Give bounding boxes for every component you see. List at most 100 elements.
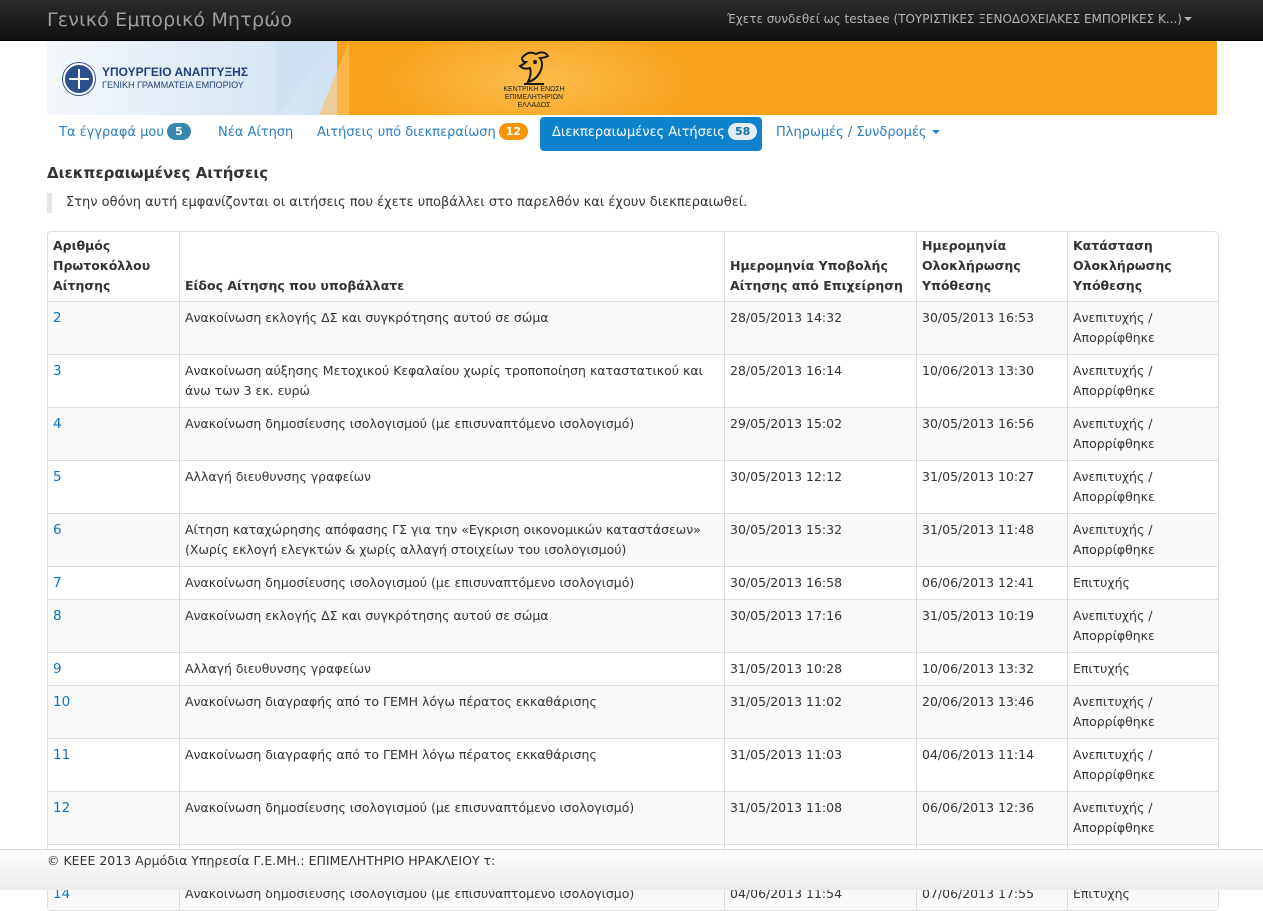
cell-submitted-date: 30/05/2013 17:16 <box>724 599 916 652</box>
cell-completed-date: 10/06/2013 13:32 <box>916 652 1067 685</box>
cell-application-type: Ανακοίνωση δημοσίευσης ισολογισμού (με ε… <box>179 407 724 460</box>
cell-application-type: Αλλαγή διευθυνσης γραφείων <box>179 652 724 685</box>
tab-new-application[interactable]: Νέα Αίτηση <box>206 117 305 151</box>
col-header-type: Είδος Αίτησης που υποβάλλατε <box>179 232 724 301</box>
table-body: 2 Ανακοίνωση εκλογής ΔΣ και συγκρότησης α… <box>48 301 1218 910</box>
top-navbar: Γενικό Εμπορικό Μητρώο Έχετε συνδεθεί ως… <box>0 0 1263 41</box>
protocol-number-link[interactable]: 12 <box>53 800 70 816</box>
cell-protocol-link: 12 <box>48 791 179 844</box>
cell-completed-date: 30/05/2013 16:53 <box>916 301 1067 354</box>
cell-application-type: Ανακοίνωση διαγραφής από το ΓΕΜΗ λόγω πέ… <box>179 738 724 791</box>
cell-protocol-link: 3 <box>48 354 179 407</box>
cell-submitted-date: 31/05/2013 11:02 <box>724 685 916 738</box>
protocol-number-link[interactable]: 2 <box>53 310 62 326</box>
cell-protocol-link: 7 <box>48 566 179 599</box>
protocol-number-link[interactable]: 6 <box>53 522 62 538</box>
cell-submitted-date: 28/05/2013 14:32 <box>724 301 916 354</box>
count-badge: 5 <box>166 123 191 140</box>
cell-completed-date: 31/05/2013 10:27 <box>916 460 1067 513</box>
tab-completed-applications[interactable]: Διεκπεραιωμένες Αιτήσεις 58 <box>540 117 762 151</box>
caret-down-icon <box>1184 16 1192 21</box>
footer-text: © ΚΕΕΕ 2013 Αρμόδια Υπηρεσία Γ.Ε.ΜΗ.: ΕΠ… <box>47 853 496 868</box>
cell-submitted-date: 30/05/2013 16:58 <box>724 566 916 599</box>
hermes-logo-icon <box>518 51 550 85</box>
protocol-number-link[interactable]: 11 <box>53 747 70 763</box>
cell-submitted-date: 29/05/2013 15:02 <box>724 407 916 460</box>
cell-completed-date: 31/05/2013 11:48 <box>916 513 1067 566</box>
cell-protocol-link: 10 <box>48 685 179 738</box>
header-banner: ΥΠΟΥΡΓΕΙΟ ΑΝΑΠΤΥΞΗΣ ΓΕΝΙΚΗ ΓΡΑΜΜΑΤΕΙΑ ΕΜ… <box>47 41 1217 115</box>
cell-completion-status: Ανεπιτυχής / Απορρίφθηκε <box>1067 407 1218 460</box>
cell-completed-date: 30/05/2013 16:56 <box>916 407 1067 460</box>
user-menu-toggle[interactable]: Έχετε συνδεθεί ως testaee (ΤΟΥΡΙΣΤΙΚΕΣ Ξ… <box>727 12 1192 26</box>
col-header-protocol: Αριθμός Πρωτοκόλλου Αίτησης <box>53 238 151 293</box>
table-row: 4 Ανακοίνωση δημοσίευσης ισολογισμού (με … <box>48 407 1218 460</box>
cell-completion-status: Ανεπιτυχής / Απορρίφθηκε <box>1067 354 1218 407</box>
cell-application-type: Ανακοίνωση εκλογής ΔΣ και συγκρότησης αυ… <box>179 301 724 354</box>
cell-completion-status: Επιτυχής <box>1067 652 1218 685</box>
table-row: 6 Αίτηση καταχώρησης απόφασης ΓΣ για την … <box>48 513 1218 566</box>
ministry-title: ΥΠΟΥΡΓΕΙΟ ΑΝΑΠΤΥΞΗΣ <box>102 65 249 79</box>
table-row: 9 Αλλαγή διευθυνσης γραφείων 31/05/2013 10… <box>48 652 1218 685</box>
tab-label: Διεκπεραιωμένες Αιτήσεις <box>552 125 725 140</box>
cell-completion-status: Ανεπιτυχής / Απορρίφθηκε <box>1067 301 1218 354</box>
protocol-number-link[interactable]: 5 <box>53 469 62 485</box>
protocol-number-link[interactable]: 8 <box>53 608 62 624</box>
cell-completion-status: Ανεπιτυχής / Απορρίφθηκε <box>1067 685 1218 738</box>
cell-completion-status: Ανεπιτυχής / Απορρίφθηκε <box>1067 738 1218 791</box>
tab-payments-dropdown[interactable]: Πληρωμές / Συνδρομές <box>764 117 952 151</box>
cell-completed-date: 06/06/2013 12:41 <box>916 566 1067 599</box>
protocol-number-link[interactable]: 4 <box>53 416 62 432</box>
tab-my-documents[interactable]: Τα έγγραφά μου 5 <box>47 117 203 151</box>
cell-protocol-link: 8 <box>48 599 179 652</box>
protocol-number-link[interactable]: 3 <box>53 363 62 379</box>
cell-submitted-date: 30/05/2013 15:32 <box>724 513 916 566</box>
cell-protocol-link: 11 <box>48 738 179 791</box>
table-row: 10 Ανακοίνωση διαγραφής από το ΓΕΜΗ λόγω … <box>48 685 1218 738</box>
cell-protocol-link: 2 <box>48 301 179 354</box>
col-header-submitted: Ημερομηνία Υποβολής Αίτησης από Επιχείρη… <box>724 232 916 301</box>
cell-completed-date: 04/06/2013 11:14 <box>916 738 1067 791</box>
ministry-subtitle: ΓΕΝΙΚΗ ΓΡΑΜΜΑΤΕΙΑ ΕΜΠΟΡΙΟΥ <box>102 80 244 90</box>
protocol-number-link[interactable]: 7 <box>53 575 62 591</box>
table-row: 3 Ανακοίνωση αύξησης Μετοχικού Κεφαλαίου … <box>48 354 1218 407</box>
applications-table-wrapper: Αριθμός Πρωτοκόλλου Αίτησης Είδος Αίτηση… <box>47 231 1219 911</box>
tab-label: Αιτήσεις υπό διεκπεραίωση <box>317 125 496 140</box>
protocol-number-link[interactable]: 10 <box>53 694 70 710</box>
table-row: 8 Ανακοίνωση εκλογής ΔΣ και συγκρότησης α… <box>48 599 1218 652</box>
table-row: 2 Ανακοίνωση εκλογής ΔΣ και συγκρότησης α… <box>48 301 1218 354</box>
cell-application-type: Αίτηση καταχώρησης απόφασης ΓΣ για την «… <box>179 513 724 566</box>
cell-submitted-date: 31/05/2013 11:03 <box>724 738 916 791</box>
col-header-status: Κατάσταση Ολοκλήρωσης Υπόθεσης <box>1067 232 1218 301</box>
cell-application-type: Ανακοίνωση αύξησης Μετοχικού Κεφαλαίου χ… <box>179 354 724 407</box>
page-description: Στην οθόνη αυτή εμφανίζονται οι αιτήσεις… <box>47 193 747 213</box>
table-row: 5 Αλλαγή διευθυνσης γραφείων 30/05/2013 12… <box>48 460 1218 513</box>
greek-emblem-icon <box>63 63 95 95</box>
cell-submitted-date: 31/05/2013 10:28 <box>724 652 916 685</box>
brand-link[interactable]: Γενικό Εμπορικό Μητρώο <box>47 9 292 31</box>
tab-label: Τα έγγραφά μου <box>59 125 164 140</box>
cell-completed-date: 31/05/2013 10:19 <box>916 599 1067 652</box>
count-badge: 12 <box>498 123 529 140</box>
table-row: 7 Ανακοίνωση δημοσίευσης ισολογισμού (με … <box>48 566 1218 599</box>
cell-protocol-link: 9 <box>48 652 179 685</box>
tab-label: Νέα Αίτηση <box>218 125 294 140</box>
table-header-row: Αριθμός Πρωτοκόλλου Αίτησης Είδος Αίτηση… <box>48 232 1218 301</box>
cell-completed-date: 10/06/2013 13:30 <box>916 354 1067 407</box>
tab-label: Πληρωμές / Συνδρομές <box>776 125 927 140</box>
caret-down-icon <box>931 129 940 134</box>
protocol-number-link[interactable]: 9 <box>53 661 62 677</box>
cell-application-type: Ανακοίνωση διαγραφής από το ΓΕΜΗ λόγω πέ… <box>179 685 724 738</box>
cell-completion-status: Ανεπιτυχής / Απορρίφθηκε <box>1067 513 1218 566</box>
table-row: 12 Ανακοίνωση δημοσίευσης ισολογισμού (με… <box>48 791 1218 844</box>
applications-table: Αριθμός Πρωτοκόλλου Αίτησης Είδος Αίτηση… <box>47 231 1219 911</box>
cell-completion-status: Ανεπιτυχής / Απορρίφθηκε <box>1067 791 1218 844</box>
cell-protocol-link: 6 <box>48 513 179 566</box>
cell-application-type: Ανακοίνωση δημοσίευσης ισολογισμού (με ε… <box>179 791 724 844</box>
count-badge: 58 <box>727 123 758 140</box>
tab-pending-applications[interactable]: Αιτήσεις υπό διεκπεραίωση 12 <box>305 117 540 151</box>
cell-protocol-link: 4 <box>48 407 179 460</box>
cell-application-type: Ανακοίνωση εκλογής ΔΣ και συγκρότησης αυ… <box>179 599 724 652</box>
cell-completion-status: Ανεπιτυχής / Απορρίφθηκε <box>1067 599 1218 652</box>
cell-completed-date: 20/06/2013 13:46 <box>916 685 1067 738</box>
